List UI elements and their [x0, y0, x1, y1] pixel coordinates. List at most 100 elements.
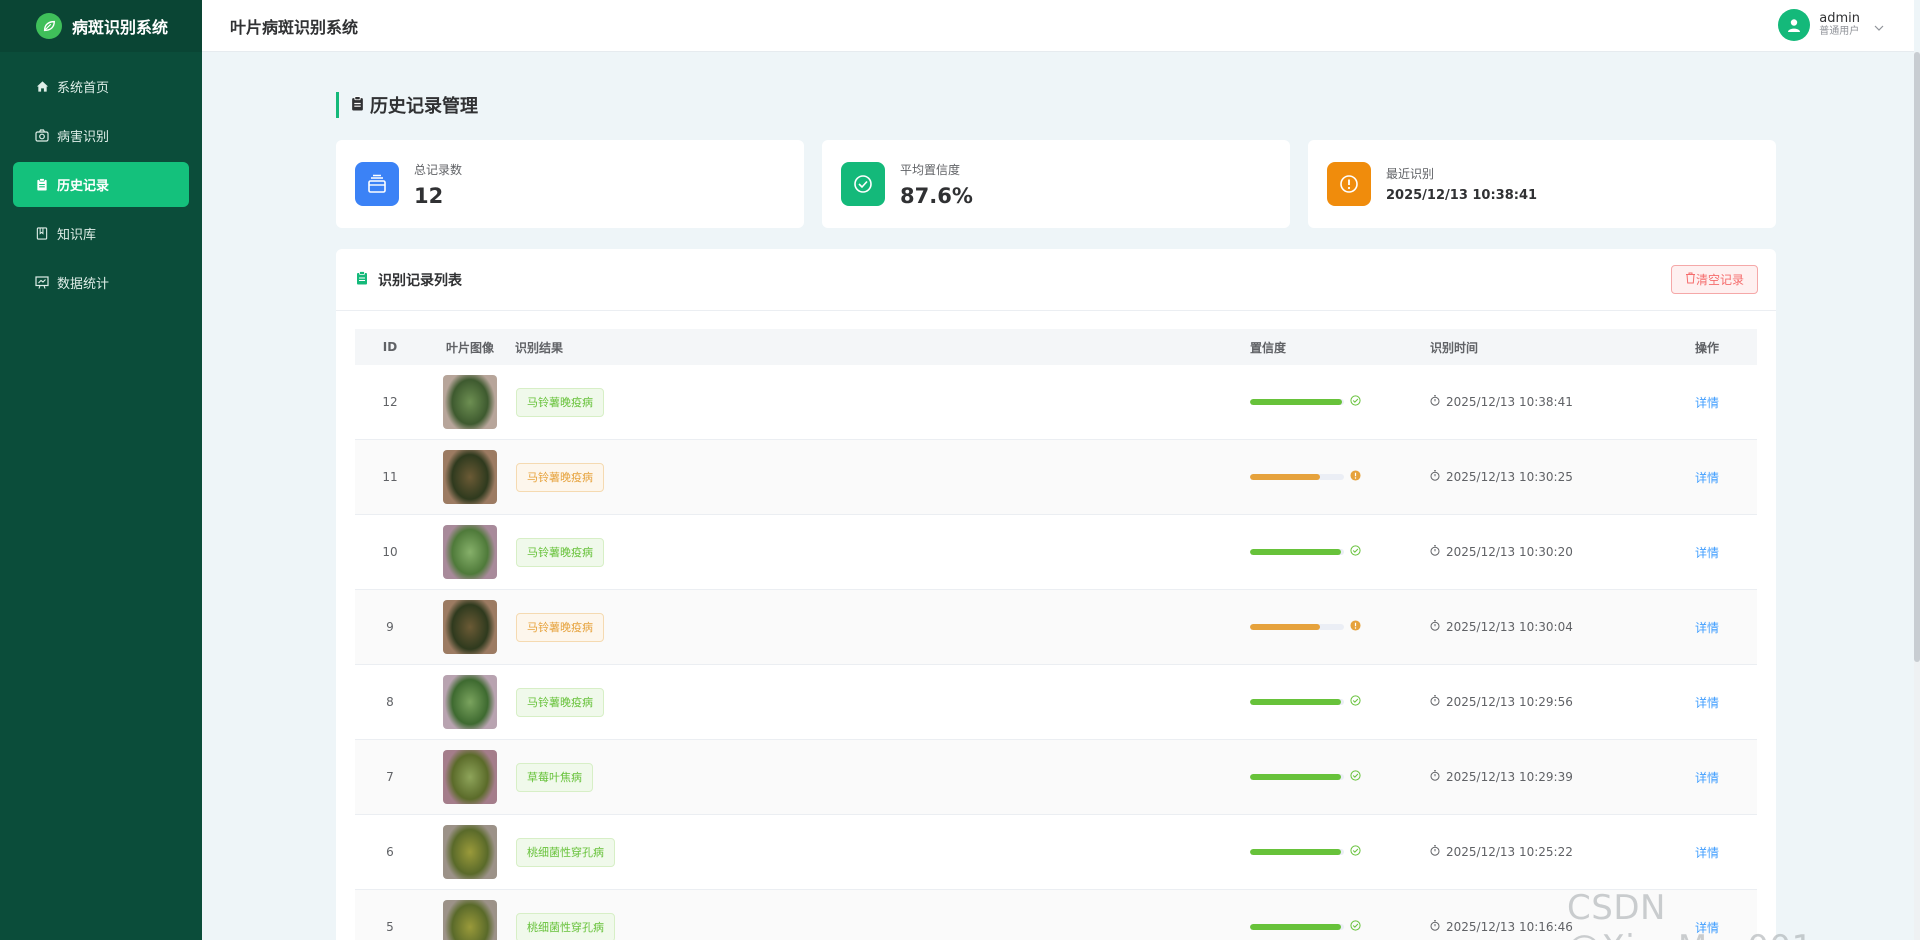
user-name: admin — [1819, 11, 1860, 26]
time-text: 2025/12/13 10:25:22 — [1446, 845, 1573, 859]
check-circle-icon — [1350, 395, 1361, 409]
result-tag: 马铃薯晚疫病 — [516, 537, 604, 567]
sidebar-item-label: 病害识别 — [57, 130, 110, 145]
stopwatch-icon — [1430, 620, 1440, 634]
stat-value: 87.6% — [900, 183, 973, 208]
cell-id: 9 — [386, 620, 394, 634]
cell-time: 2025/12/13 10:25:22 — [1430, 845, 1657, 859]
detail-link[interactable]: 详情 — [1695, 621, 1719, 635]
confidence-bar-fill — [1250, 774, 1342, 780]
table-row: 10 马铃薯晚疫病 2025/12/13 10:30:20 详情 — [355, 515, 1757, 590]
confidence-bar — [1250, 924, 1344, 930]
avatar[interactable] — [1778, 9, 1811, 41]
camera-icon — [35, 129, 49, 143]
result-tag: 桃细菌性穿孔病 — [516, 912, 615, 940]
detail-link[interactable]: 详情 — [1695, 546, 1719, 560]
cell-confidence — [1250, 395, 1430, 409]
warning-icon — [1350, 620, 1361, 634]
user-menu[interactable]: admin 普通用户 — [1778, 9, 1884, 41]
stat-card-total: 总记录数 12 — [336, 140, 804, 228]
card-title: 识别记录列表 — [378, 272, 462, 289]
user-role: 普通用户 — [1819, 26, 1860, 37]
confidence-bar — [1250, 624, 1344, 630]
check-circle-icon — [1350, 920, 1361, 934]
check-circle-icon — [1350, 545, 1361, 559]
records-card: 识别记录列表 清空记录 ID 叶片图像 识别结果 置信度 识别时间 操作 12 … — [336, 249, 1776, 940]
page-scrollbar[interactable] — [1914, 52, 1920, 940]
cell-confidence — [1250, 545, 1430, 559]
cell-result: 草莓叶焦病 — [515, 762, 1250, 792]
leaf-thumbnail[interactable] — [443, 450, 497, 504]
leaf-thumbnail[interactable] — [443, 375, 497, 429]
cell-op: 详情 — [1657, 619, 1757, 636]
result-tag: 桃细菌性穿孔病 — [516, 837, 615, 867]
leaf-thumbnail[interactable] — [443, 825, 497, 879]
table-row: 6 桃细菌性穿孔病 2025/12/13 10:25:22 详情 — [355, 815, 1757, 890]
detail-link[interactable]: 详情 — [1695, 846, 1719, 860]
leaf-thumbnail[interactable] — [443, 675, 497, 729]
leaf-thumbnail[interactable] — [443, 525, 497, 579]
column-header-op: 操作 — [1694, 340, 1719, 355]
stat-label: 最近识别 — [1386, 167, 1435, 181]
cell-result: 马铃薯晚疫病 — [515, 387, 1250, 417]
detail-link[interactable]: 详情 — [1695, 396, 1719, 410]
cell-confidence — [1250, 470, 1430, 484]
header-title: 叶片病斑识别系统 — [230, 17, 359, 37]
result-tag: 马铃薯晚疫病 — [516, 462, 604, 492]
sidebar-item-statistics[interactable]: 数据统计 — [13, 260, 189, 305]
archive-icon — [355, 162, 399, 206]
stopwatch-icon — [1430, 920, 1440, 934]
sidebar-item-history[interactable]: 历史记录 — [13, 162, 189, 207]
sidebar-item-label: 数据统计 — [57, 277, 110, 292]
stopwatch-icon — [1430, 395, 1440, 409]
cell-time: 2025/12/13 10:29:39 — [1430, 770, 1657, 784]
column-header-id[interactable]: ID — [355, 340, 425, 354]
time-text: 2025/12/13 10:29:39 — [1446, 770, 1573, 784]
result-tag: 马铃薯晚疫病 — [516, 612, 604, 642]
check-circle-icon — [841, 162, 885, 206]
cell-id: 12 — [382, 395, 398, 409]
cell-id: 7 — [386, 770, 394, 784]
scrollbar-thumb[interactable] — [1914, 52, 1920, 662]
table-row: 8 马铃薯晚疫病 2025/12/13 10:29:56 详情 — [355, 665, 1757, 740]
stat-value: 12 — [414, 183, 444, 208]
cell-time: 2025/12/13 10:30:04 — [1430, 620, 1657, 634]
column-header-confidence[interactable]: 置信度 — [1250, 339, 1430, 356]
cell-id: 11 — [382, 470, 398, 484]
column-header-time[interactable]: 识别时间 — [1430, 339, 1657, 356]
column-header-result[interactable]: 识别结果 — [515, 339, 1250, 356]
confidence-bar-fill — [1250, 924, 1342, 930]
sidebar-item-recognition[interactable]: 病害识别 — [13, 113, 189, 158]
trash-icon — [1685, 272, 1696, 287]
confidence-bar-fill — [1250, 624, 1320, 630]
cell-image — [425, 450, 515, 504]
leaf-thumbnail[interactable] — [443, 600, 497, 654]
clipboard-icon — [35, 178, 49, 192]
time-text: 2025/12/13 10:30:25 — [1446, 470, 1573, 484]
cell-image — [425, 750, 515, 804]
column-header-image[interactable]: 叶片图像 — [425, 339, 515, 356]
confidence-bar — [1250, 399, 1344, 405]
cell-op: 详情 — [1657, 844, 1757, 861]
clipboard-icon — [356, 270, 368, 289]
stopwatch-icon — [1430, 845, 1440, 859]
table-row: 12 马铃薯晚疫病 2025/12/13 10:38:41 详情 — [355, 365, 1757, 440]
time-text: 2025/12/13 10:16:46 — [1446, 920, 1573, 934]
result-tag: 草莓叶焦病 — [516, 762, 593, 792]
cell-op: 详情 — [1657, 469, 1757, 486]
chevron-down-icon[interactable] — [1874, 16, 1884, 35]
leaf-thumbnail[interactable] — [443, 900, 497, 940]
sidebar-item-knowledge[interactable]: 知识库 — [13, 211, 189, 256]
detail-link[interactable]: 详情 — [1695, 696, 1719, 710]
leaf-thumbnail[interactable] — [443, 750, 497, 804]
result-tag: 马铃薯晚疫病 — [516, 687, 604, 717]
brand[interactable]: 病斑识别系统 — [0, 0, 202, 52]
cell-result: 马铃薯晚疫病 — [515, 462, 1250, 492]
sidebar-item-home[interactable]: 系统首页 — [13, 64, 189, 109]
stopwatch-icon — [1430, 695, 1440, 709]
detail-link[interactable]: 详情 — [1695, 471, 1719, 485]
clear-records-button[interactable]: 清空记录 — [1670, 265, 1758, 294]
clipboard-icon — [351, 95, 364, 115]
detail-link[interactable]: 详情 — [1695, 771, 1719, 785]
cell-confidence — [1250, 770, 1430, 784]
